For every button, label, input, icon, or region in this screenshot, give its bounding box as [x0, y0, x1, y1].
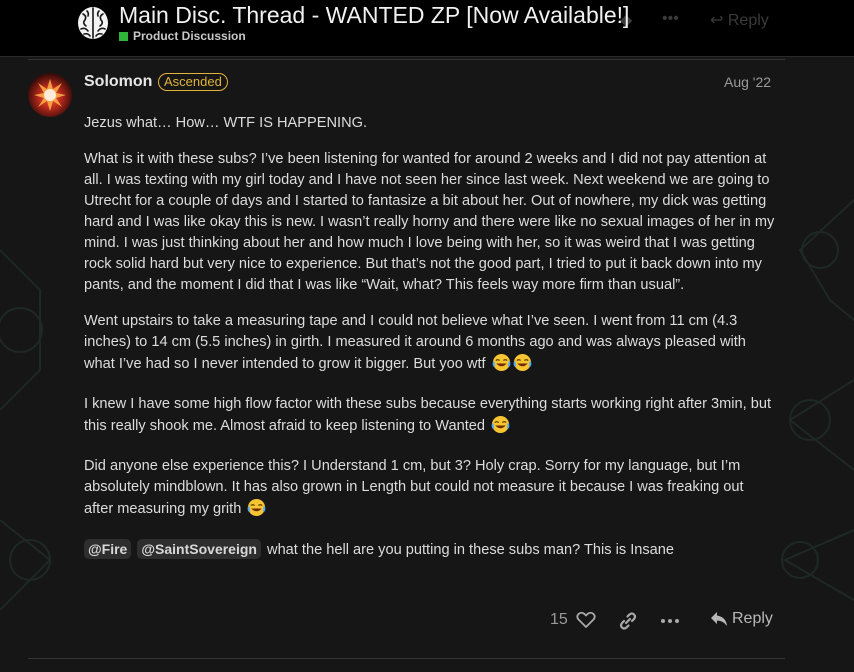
- header-reply-button[interactable]: ↩ Reply: [710, 10, 769, 30]
- paragraph-text: I knew I have some high flow factor with…: [84, 396, 772, 434]
- category-label: Product Discussion: [133, 29, 246, 43]
- joy-emoji-icon: [513, 353, 532, 379]
- joy-emoji-icon: [492, 353, 511, 379]
- mention-saintsovereign[interactable]: @SaintSovereign: [137, 539, 261, 559]
- post-paragraph: Jezus what… How… WTF IS HAPPENING.: [84, 115, 368, 131]
- post-paragraph: Went upstairs to take a measuring tape a…: [84, 311, 776, 379]
- paragraph-text: Went upstairs to take a measuring tape a…: [84, 313, 746, 372]
- reply-button[interactable]: Reply: [710, 610, 773, 628]
- post-paragraph: Did anyone else experience this? I Under…: [84, 456, 776, 524]
- post-username[interactable]: Solomon: [84, 73, 152, 91]
- post-paragraph: @Fire @SaintSovereign what the hell are …: [84, 539, 776, 561]
- header-reply-label: Reply: [727, 12, 769, 29]
- post-date[interactable]: Aug '22: [724, 74, 771, 90]
- category-color-swatch: [119, 31, 128, 41]
- closing-text: what the hell are you putting in these s…: [267, 542, 675, 558]
- thread-title[interactable]: Main Disc. Thread - WANTED ZP [Now Avail…: [119, 0, 629, 30]
- mention-fire[interactable]: @Fire: [84, 539, 132, 559]
- like-count[interactable]: 15: [550, 611, 568, 629]
- divider: [28, 59, 785, 60]
- post-paragraph: I knew I have some high flow factor with…: [84, 394, 776, 441]
- reply-arrow-icon: [711, 612, 727, 626]
- ellipsis-icon[interactable]: [660, 612, 680, 630]
- post-container: Solomon Ascended Aug '22 Jezus what… How…: [0, 56, 854, 672]
- ellipsis-icon[interactable]: •••: [662, 10, 679, 28]
- category-link[interactable]: Product Discussion: [119, 29, 246, 43]
- reply-label: Reply: [732, 610, 773, 627]
- link-icon[interactable]: [618, 612, 638, 630]
- user-badge[interactable]: Ascended: [158, 73, 228, 91]
- topic-header: ◆ ••• ↩ Reply Main Disc. Thread - WANTED…: [0, 0, 854, 57]
- joy-emoji-icon: [247, 498, 266, 524]
- heart-icon[interactable]: [576, 611, 596, 629]
- post-body: Jezus what… How… WTF IS HAPPENING. What …: [84, 113, 776, 576]
- brain-icon[interactable]: [76, 3, 110, 41]
- avatar[interactable]: [28, 73, 72, 117]
- post-paragraph: What is it with these subs? I’ve been li…: [84, 151, 775, 293]
- paragraph-text: Did anyone else experience this? I Under…: [84, 458, 744, 517]
- avatar-image: [34, 79, 66, 111]
- post-actions: 15 Reply: [0, 608, 854, 634]
- joy-emoji-icon: [491, 415, 510, 441]
- divider: [28, 658, 785, 659]
